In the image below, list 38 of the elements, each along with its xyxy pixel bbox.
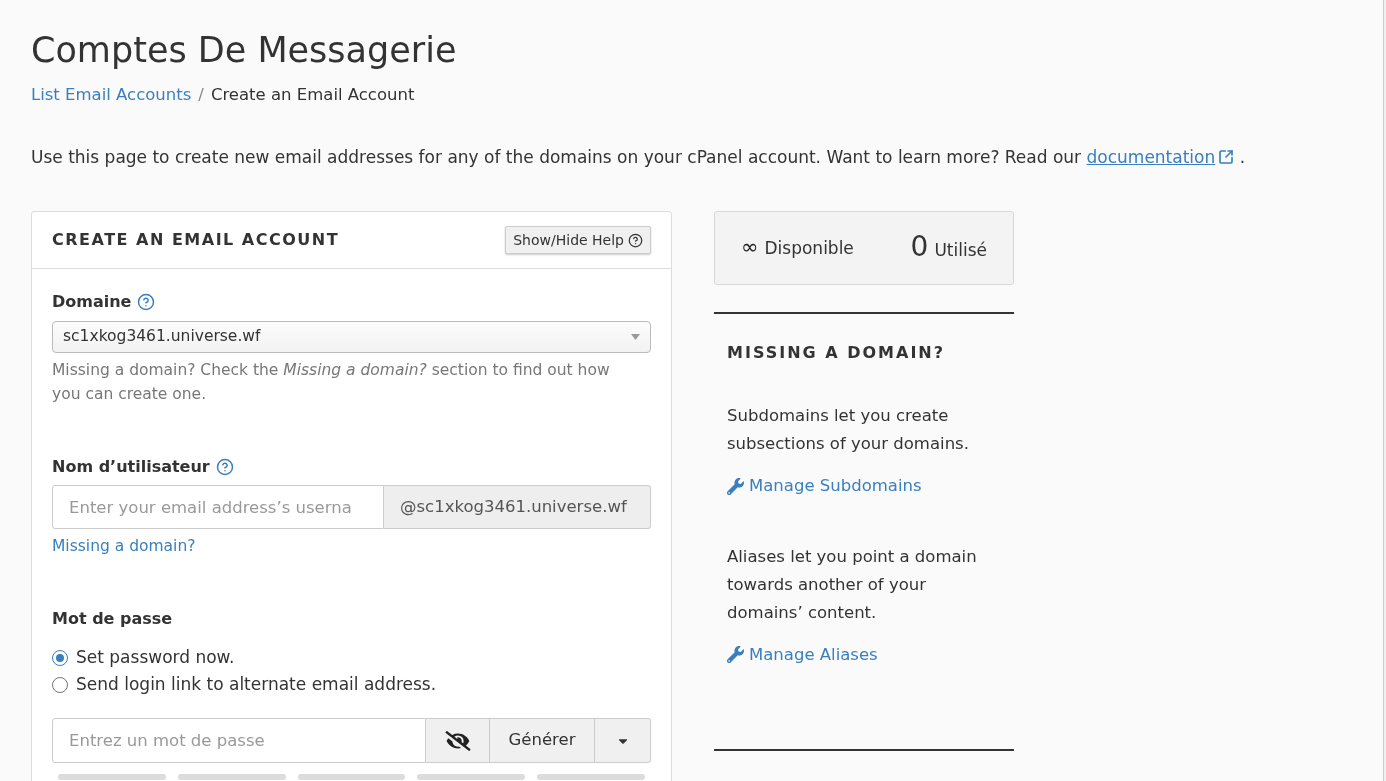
radio-button[interactable] [52, 649, 68, 666]
section-text: Subdomains let you create subsections of your domains. [727, 405, 970, 455]
stat-label: Disponible [764, 236, 854, 260]
help-icon[interactable] [628, 232, 643, 248]
dropdown-arrow-icon [631, 334, 640, 340]
breadcrumb-link[interactable]: List Email Accounts [31, 84, 192, 106]
radio-label: Send login link to alternate email address. [76, 673, 437, 696]
intro-text: Use this page to create new email addresses for any of the domains on your cPanel account. Want to learn more? Read our documentation . [31, 146, 1247, 168]
section-text: Aliases let you point a domain towards another of your domains’ content. [727, 545, 978, 624]
radio-label: Set password now. [76, 646, 235, 669]
domain-suffix: @sc1xkog3461.universe.wf [384, 485, 651, 529]
wrench-icon [727, 477, 744, 495]
page-title: Comptes De Messagerie [31, 29, 458, 72]
panel-title: CREATE AN EMAIL ACCOUNT [52, 229, 340, 251]
field-label: Domaine [52, 291, 132, 313]
wrench-icon [727, 646, 744, 663]
username-input[interactable]: Enter your email address’s userna [52, 485, 384, 529]
radio-button[interactable] [52, 676, 68, 693]
stat-label: Utilisé [934, 239, 987, 263]
generate-button[interactable]: Générer [490, 718, 595, 763]
show-hide-help-button[interactable]: Show/Hide Help [505, 226, 651, 254]
breadcrumb-separator: / [197, 84, 205, 106]
section-title: MISSING A DOMAIN? [727, 343, 945, 362]
manage-link[interactable]: Manage Subdomains [727, 475, 922, 497]
eye-slash-icon [444, 730, 471, 751]
documentation-link[interactable]: documentation [1086, 146, 1235, 168]
field-label: Nom d’utilisateur [52, 456, 210, 478]
password-input[interactable]: Entrez un mot de passe [52, 718, 426, 763]
domain-select[interactable]: sc1xkog3461.universe.wf [52, 321, 651, 353]
external-link-icon [1218, 149, 1235, 165]
toggle-visibility-button[interactable] [426, 718, 490, 763]
missing-domain-link[interactable]: Missing a domain? [52, 537, 196, 555]
stat-value: 0 [910, 232, 929, 263]
manage-link[interactable]: Manage Aliases [727, 643, 878, 666]
stat-value: ∞ [741, 234, 759, 259]
breadcrumb-current: Create an Email Account [210, 84, 415, 106]
field-label: Mot de passe [52, 609, 173, 628]
help-text: Missing a domain? Check the Missing a domain? section to find out how you can create one. [52, 360, 611, 405]
